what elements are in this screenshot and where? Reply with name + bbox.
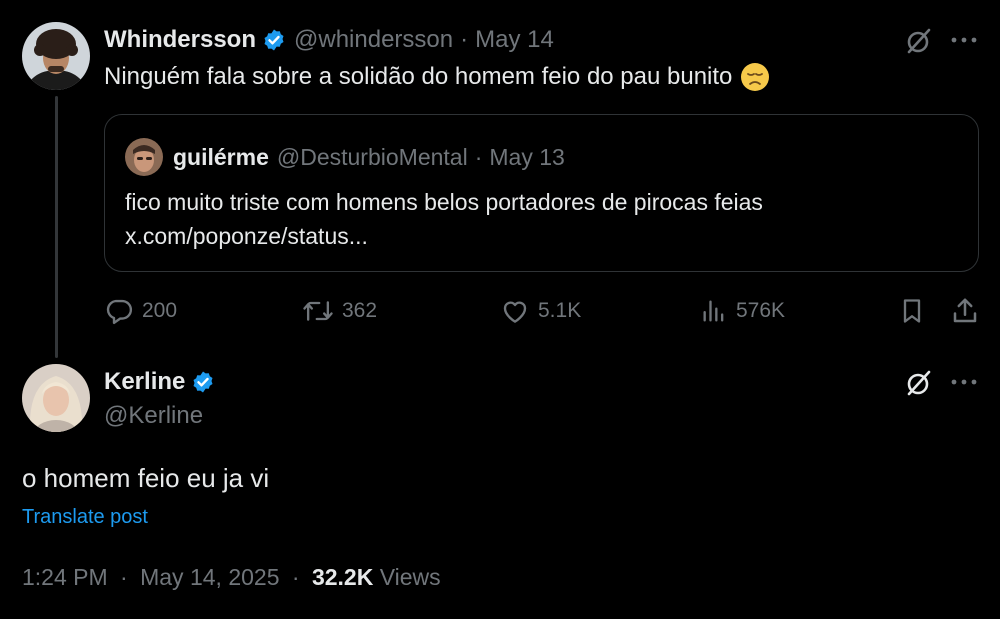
post-time[interactable]: 1:24 PM xyxy=(22,564,108,590)
share-icon xyxy=(953,298,977,323)
grok-icon[interactable] xyxy=(904,368,934,403)
disappointed-face-icon xyxy=(741,63,770,91)
like-button[interactable]: 5.1K xyxy=(500,294,581,328)
bookmark-icon xyxy=(903,299,921,323)
repost-button[interactable]: 362 xyxy=(302,294,377,328)
views-label: Views xyxy=(379,564,441,590)
avatar[interactable] xyxy=(22,22,90,90)
quoted-avatar xyxy=(125,138,163,176)
separator-dot: · xyxy=(460,26,469,53)
reply-text: o homem feio eu ja vi xyxy=(22,463,270,493)
author-name[interactable]: Whindersson xyxy=(104,26,256,54)
quoted-tweet-card[interactable]: guilérme @DesturbioMental · May 13 fico … xyxy=(104,114,979,272)
repost-icon xyxy=(303,301,333,321)
more-options-icon[interactable] xyxy=(950,28,978,57)
grok-icon[interactable] xyxy=(904,26,934,61)
tweet-action-bar: 200 362 5.1K 576K xyxy=(104,294,980,328)
share-button[interactable] xyxy=(950,294,980,328)
quoted-tweet-date: May 13 xyxy=(489,143,565,170)
post-meta: 1:24 PM · May 14, 2025 · 32.2K Views xyxy=(22,564,441,591)
reply-header: Kerline xyxy=(104,366,215,398)
translate-post-link[interactable]: Translate post xyxy=(22,506,148,529)
author-handle[interactable]: @whindersson xyxy=(294,26,453,54)
reply-icon xyxy=(106,299,133,325)
author-name[interactable]: Kerline xyxy=(104,368,185,396)
views-count: 576K xyxy=(736,299,786,322)
avatar[interactable] xyxy=(22,364,90,432)
tweet-date[interactable]: May 14 xyxy=(475,26,554,54)
quoted-tweet-body: fico muito triste com homens belos porta… xyxy=(125,185,763,253)
views-count: 32.2K xyxy=(311,564,374,590)
repost-count: 362 xyxy=(342,299,378,322)
like-count: 5.1K xyxy=(538,299,582,322)
quoted-author-name: guilérme xyxy=(173,143,269,170)
tweet-text: Ninguém fala sobre a solidão do homem fe… xyxy=(104,63,733,90)
separator-dot: · xyxy=(120,564,128,590)
views-chart-icon xyxy=(703,300,724,322)
quoted-author-handle: @DesturbioMental xyxy=(276,143,468,170)
heart-icon xyxy=(503,301,527,323)
more-options-icon[interactable] xyxy=(950,370,978,399)
quoted-tweet-header: guilérme @DesturbioMental · May 13 xyxy=(125,137,565,177)
tweet-header: Whindersson @whindersson · May 14 xyxy=(104,24,554,56)
author-handle[interactable]: @Kerline xyxy=(104,402,203,430)
views-button[interactable]: 576K xyxy=(700,294,785,328)
verified-badge-icon xyxy=(193,371,213,393)
quoted-tweet-link: x.com/poponze/status... xyxy=(125,223,368,249)
separator-dot: · xyxy=(474,143,483,170)
tweet-text-container: Ninguém fala sobre a solidão do homem fe… xyxy=(104,62,770,92)
verified-badge-icon xyxy=(264,29,284,51)
reply-count: 200 xyxy=(142,299,178,322)
thread-line xyxy=(55,96,58,358)
reply-button[interactable]: 200 xyxy=(104,294,177,328)
post-date[interactable]: May 14, 2025 xyxy=(140,564,279,590)
bookmark-button[interactable] xyxy=(898,294,926,328)
quoted-tweet-text: fico muito triste com homens belos porta… xyxy=(125,189,763,215)
separator-dot: · xyxy=(291,564,300,590)
